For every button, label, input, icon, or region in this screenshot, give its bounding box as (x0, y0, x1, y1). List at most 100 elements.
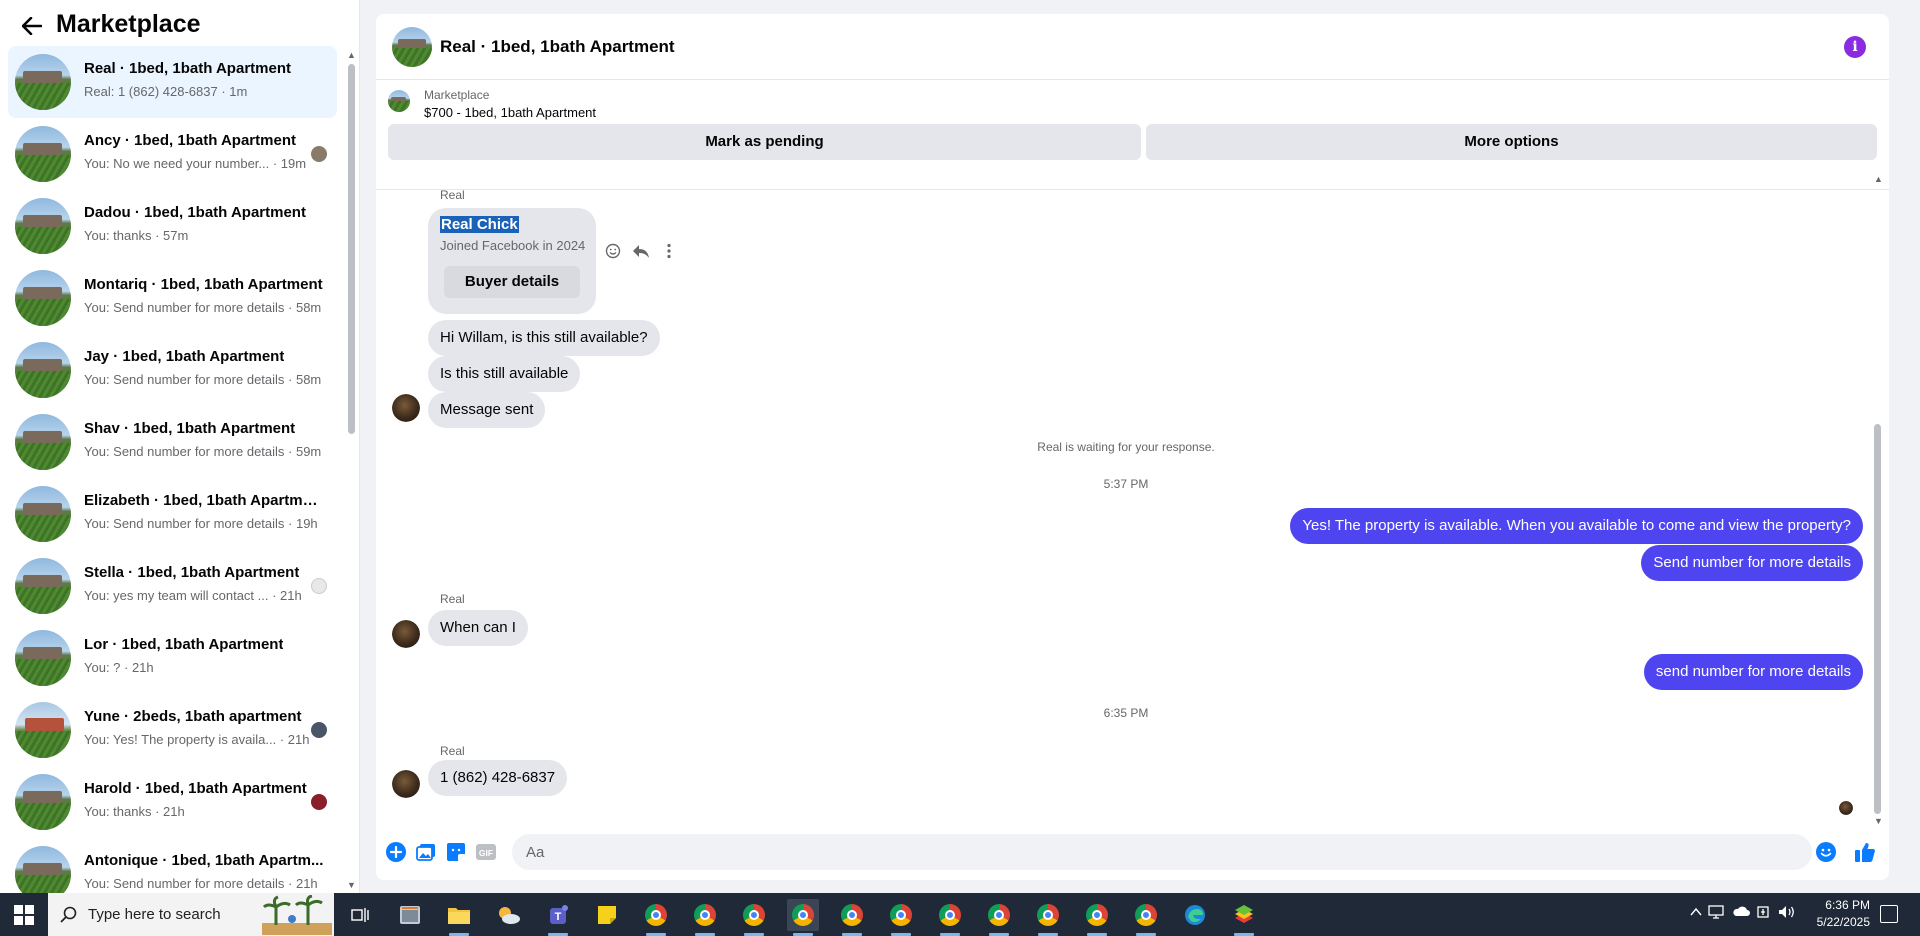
timestamp-divider: 6:35 PM (1103, 706, 1149, 720)
chrome-profile-11-icon[interactable] (1130, 899, 1162, 936)
volume-icon[interactable] (1778, 905, 1796, 922)
buyer-profile-card: Real Chick Joined Facebook in 2024 Buyer… (428, 208, 596, 314)
conversation-snippet: You: yes my team will contact ... · 21h (84, 588, 302, 603)
conversation-snippet: You: No we need your number... · 19m (84, 156, 307, 171)
sender-avatar[interactable] (392, 770, 420, 798)
thumbs-up-icon[interactable] (1853, 840, 1877, 864)
battery-plug-icon[interactable] (1756, 905, 1770, 922)
bluestacks-icon[interactable] (1228, 899, 1260, 936)
sender-avatar[interactable] (392, 394, 420, 422)
message-sender: Real (440, 744, 465, 758)
outgoing-message[interactable]: send number for more details (1643, 654, 1863, 690)
onedrive-cloud-icon[interactable] (1732, 905, 1750, 920)
conversation-name: Harold · 1bed, 1bath Apartment (84, 780, 307, 797)
more-vertical-icon[interactable] (658, 240, 680, 262)
task-view-icon[interactable] (344, 899, 376, 931)
conversation-item-shav[interactable]: Shav · 1bed, 1bath Apartment You: Send n… (8, 406, 337, 478)
chevron-up-icon[interactable] (1690, 905, 1702, 920)
chat-scrollbar[interactable]: ▲ ▼ (1872, 174, 1884, 826)
taskbar-clock[interactable]: 6:36 PM 5/22/2025 (1800, 897, 1870, 931)
scrollbar-thumb[interactable] (1874, 424, 1881, 814)
scroll-up-arrow-icon[interactable]: ▲ (1874, 174, 1883, 184)
back-arrow-icon[interactable] (18, 12, 46, 40)
conversation-item-elizabeth[interactable]: Elizabeth · 1bed, 1bath Apartment You: S… (8, 478, 337, 550)
message-input[interactable] (512, 834, 1812, 870)
conversation-snippet: You: Send number for more details · 58m (84, 372, 322, 387)
conversation-item-ancy[interactable]: Ancy · 1bed, 1bath Apartment You: No we … (8, 118, 337, 190)
listing-title[interactable]: $700 - 1bed, 1bath Apartment (424, 105, 596, 120)
conversation-item-yune[interactable]: Yune · 2beds, 1bath apartment You: Yes! … (8, 694, 337, 766)
sender-avatar[interactable] (392, 620, 420, 648)
listing-thumbnail[interactable] (388, 90, 410, 112)
info-icon[interactable]: i (1844, 36, 1866, 58)
conversation-name: Lor · 1bed, 1bath Apartment (84, 636, 284, 653)
gif-icon[interactable]: GIF (474, 840, 498, 864)
file-viewer-app-icon[interactable] (394, 899, 426, 931)
scroll-up-arrow-icon[interactable]: ▲ (347, 50, 356, 60)
outgoing-message[interactable]: Send number for more details (1641, 545, 1863, 581)
conversation-item-lor[interactable]: Lor · 1bed, 1bath Apartment You: ? · 21h (8, 622, 337, 694)
incoming-message[interactable]: Hi Willam, is this still available? (428, 320, 660, 356)
waiting-notice: Real is waiting for your response. (1037, 440, 1215, 454)
incoming-message[interactable]: 1 (862) 428-6837 (428, 760, 568, 796)
photo-icon[interactable] (414, 840, 438, 864)
incoming-message[interactable]: Message sent (428, 392, 546, 428)
conversation-item-harold[interactable]: Harold · 1bed, 1bath Apartment You: than… (8, 766, 337, 838)
chrome-profile-2-icon[interactable] (689, 899, 721, 936)
incoming-message[interactable]: Is this still available (428, 356, 581, 392)
conversation-snippet: You: Send number for more details · 58m (84, 300, 322, 315)
listing-thumbnail (15, 414, 71, 470)
reply-icon[interactable] (630, 240, 652, 262)
scroll-down-arrow-icon[interactable]: ▼ (347, 880, 356, 890)
timestamp-divider: 5:37 PM (1103, 477, 1149, 491)
chrome-profile-1-icon[interactable] (640, 899, 672, 936)
listing-thumbnail (15, 774, 71, 830)
listing-category: Marketplace (424, 88, 490, 102)
conversation-item-montariq[interactable]: Montariq · 1bed, 1bath Apartment You: Se… (8, 262, 337, 334)
file-explorer-icon[interactable] (443, 899, 475, 936)
chrome-profile-7-icon[interactable] (934, 899, 966, 936)
react-emoji-icon[interactable] (602, 240, 624, 262)
conversation-item-real[interactable]: Real · 1bed, 1bath Apartment Real: 1 (86… (8, 46, 337, 118)
conversation-item-stella[interactable]: Stella · 1bed, 1bath Apartment You: yes … (8, 550, 337, 622)
buyer-details-button[interactable]: Buyer details (444, 266, 580, 298)
incoming-message[interactable]: When can I (428, 610, 528, 646)
notification-center-icon[interactable] (1880, 905, 1898, 923)
conversation-item-jay[interactable]: Jay · 1bed, 1bath Apartment You: Send nu… (8, 334, 337, 406)
listing-avatar[interactable] (392, 27, 432, 67)
teams-icon[interactable]: T (542, 899, 574, 936)
scroll-down-arrow-icon[interactable]: ▼ (1874, 816, 1883, 826)
chrome-profile-10-icon[interactable] (1081, 899, 1113, 936)
mark-pending-button[interactable]: Mark as pending (388, 124, 1141, 160)
chat-title[interactable]: Real · 1bed, 1bath Apartment (440, 37, 675, 57)
taskbar-search-box[interactable]: Type here to search (48, 893, 334, 936)
windows-start-icon[interactable] (14, 905, 34, 925)
scrollbar-thumb[interactable] (348, 64, 355, 434)
more-options-button[interactable]: More options (1146, 124, 1877, 160)
conversation-item-dadou[interactable]: Dadou · 1bed, 1bath Apartment You: thank… (8, 190, 337, 262)
chrome-profile-5-icon[interactable] (836, 899, 868, 936)
chrome-profile-3-icon[interactable] (738, 899, 770, 936)
plus-icon[interactable] (384, 840, 408, 864)
conversation-list: Real · 1bed, 1bath Apartment Real: 1 (86… (0, 46, 342, 893)
sticker-icon[interactable] (444, 840, 468, 864)
message-sender: Real (440, 188, 465, 202)
search-placeholder: Type here to search (88, 906, 221, 923)
chrome-profile-9-icon[interactable] (1032, 899, 1064, 936)
edge-browser-icon[interactable] (1179, 899, 1211, 931)
weather-app-icon[interactable] (493, 899, 525, 931)
network-icon[interactable] (1708, 905, 1724, 922)
conversation-item-antonique[interactable]: Antonique · 1bed, 1bath Apartm... You: S… (8, 838, 337, 893)
chrome-profile-8-icon[interactable] (983, 899, 1015, 936)
sticky-notes-icon[interactable] (591, 899, 623, 931)
outgoing-message[interactable]: Yes! The property is available. When you… (1290, 508, 1863, 544)
conversation-snippet: You: thanks · 57m (84, 228, 189, 243)
sidebar-scrollbar[interactable]: ▲ ▼ (346, 50, 356, 890)
emoji-icon[interactable] (1814, 840, 1838, 864)
conversation-snippet: You: Send number for more details · 59m (84, 444, 322, 459)
conversation-snippet: Real: 1 (862) 428-6837 · 1m (84, 84, 248, 99)
sidebar-header: Marketplace (0, 0, 360, 48)
chrome-profile-4-icon[interactable] (787, 899, 819, 936)
chrome-profile-6-icon[interactable] (885, 899, 917, 936)
listing-thumbnail (15, 54, 71, 110)
